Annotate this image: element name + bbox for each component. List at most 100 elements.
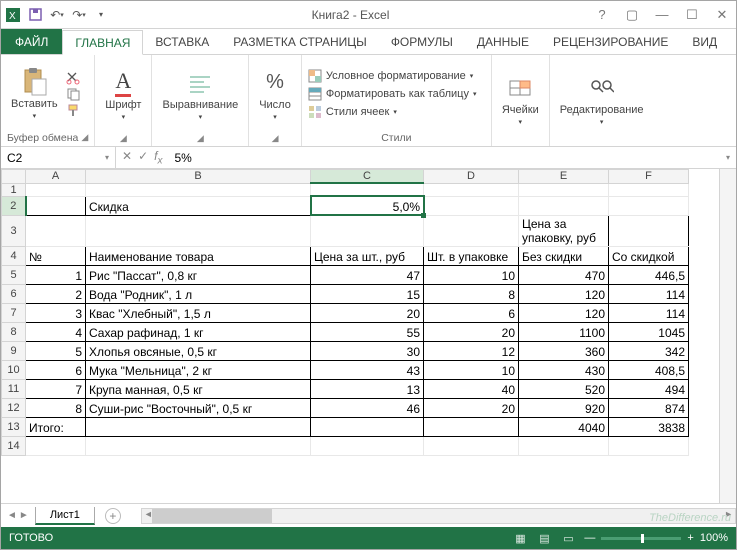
row-header[interactable]: 12 bbox=[2, 398, 26, 417]
qat-customize-icon[interactable]: ▾ bbox=[93, 7, 109, 23]
ribbon-options-icon[interactable]: ▢ bbox=[622, 7, 642, 23]
dialog-launcher-icon[interactable]: ◢ bbox=[197, 133, 204, 144]
cell[interactable]: Мука "Мельница", 2 кг bbox=[86, 360, 311, 379]
cell[interactable]: 114 bbox=[609, 284, 689, 303]
format-as-table-button[interactable]: Форматировать как таблицу ▾ bbox=[308, 87, 477, 101]
column-header[interactable]: E bbox=[519, 170, 609, 184]
column-header[interactable]: D bbox=[424, 170, 519, 184]
expand-formula-icon[interactable]: ▾ bbox=[720, 153, 736, 162]
cell[interactable]: № bbox=[26, 246, 86, 265]
name-box[interactable]: C2▾ bbox=[1, 147, 116, 168]
row-header[interactable]: 8 bbox=[2, 322, 26, 341]
row-header[interactable]: 5 bbox=[2, 265, 26, 284]
cell[interactable]: 13 bbox=[311, 379, 424, 398]
cell[interactable]: 46 bbox=[311, 398, 424, 417]
cell[interactable]: Без скидки bbox=[519, 246, 609, 265]
cell[interactable]: Рис "Пассат", 0,8 кг bbox=[86, 265, 311, 284]
cell[interactable]: 494 bbox=[609, 379, 689, 398]
cell[interactable]: 8 bbox=[424, 284, 519, 303]
cut-icon[interactable] bbox=[66, 71, 80, 85]
cell[interactable]: 4 bbox=[26, 322, 86, 341]
undo-icon[interactable]: ↶▾ bbox=[49, 7, 65, 23]
page-break-view-icon[interactable]: ▭ bbox=[558, 532, 578, 545]
tab-insert[interactable]: ВСТАВКА bbox=[143, 29, 221, 54]
cell[interactable]: 1100 bbox=[519, 322, 609, 341]
cell[interactable]: 47 bbox=[311, 265, 424, 284]
cell[interactable]: 1045 bbox=[609, 322, 689, 341]
spreadsheet-grid[interactable]: A B C D E F 1 2Скидка5,0% 3Цена за упако… bbox=[1, 169, 719, 503]
select-all-button[interactable] bbox=[2, 170, 26, 184]
cell[interactable]: 120 bbox=[519, 303, 609, 322]
sheet-tab[interactable]: Лист1 bbox=[35, 507, 95, 525]
cell[interactable]: 446,5 bbox=[609, 265, 689, 284]
zoom-in-icon[interactable]: + bbox=[687, 532, 693, 544]
cell[interactable]: 15 bbox=[311, 284, 424, 303]
row-header[interactable]: 4 bbox=[2, 246, 26, 265]
number-button[interactable]: % Число ▾ bbox=[255, 67, 295, 123]
alignment-button[interactable]: Выравнивание ▾ bbox=[158, 67, 242, 123]
cell[interactable]: 920 bbox=[519, 398, 609, 417]
close-icon[interactable]: ✕ bbox=[712, 7, 732, 23]
cell[interactable]: Сахар рафинад, 1 кг bbox=[86, 322, 311, 341]
normal-view-icon[interactable]: ▦ bbox=[510, 532, 530, 545]
cell[interactable]: 20 bbox=[311, 303, 424, 322]
cell[interactable]: 5 bbox=[26, 341, 86, 360]
cell[interactable]: 2 bbox=[26, 284, 86, 303]
page-layout-view-icon[interactable]: ▤ bbox=[534, 532, 554, 545]
font-button[interactable]: A Шрифт ▾ bbox=[101, 67, 145, 123]
cell[interactable]: 30 bbox=[311, 341, 424, 360]
fx-icon[interactable]: fx bbox=[154, 149, 162, 166]
cell[interactable]: 3838 bbox=[609, 417, 689, 436]
help-icon[interactable]: ? bbox=[592, 7, 612, 23]
cell-active[interactable]: 5,0% bbox=[311, 196, 424, 215]
cell[interactable]: Крупа манная, 0,5 кг bbox=[86, 379, 311, 398]
cell-styles-button[interactable]: Стили ячеек ▾ bbox=[308, 105, 477, 119]
tab-file[interactable]: ФАЙЛ bbox=[1, 29, 62, 54]
formula-input[interactable]: 5% bbox=[168, 151, 720, 165]
cell[interactable]: 342 bbox=[609, 341, 689, 360]
horizontal-scrollbar[interactable]: ◄► bbox=[141, 508, 736, 524]
row-header[interactable]: 7 bbox=[2, 303, 26, 322]
row-header[interactable]: 13 bbox=[2, 417, 26, 436]
column-header[interactable]: A bbox=[26, 170, 86, 184]
row-header[interactable]: 14 bbox=[2, 436, 26, 455]
cell[interactable]: 40 bbox=[424, 379, 519, 398]
row-header[interactable]: 2 bbox=[2, 196, 26, 215]
tab-view[interactable]: ВИД bbox=[680, 29, 729, 54]
add-sheet-button[interactable]: + bbox=[105, 508, 121, 524]
row-header[interactable]: 10 bbox=[2, 360, 26, 379]
cell[interactable]: Итого: bbox=[26, 417, 86, 436]
cell[interactable]: 6 bbox=[424, 303, 519, 322]
save-icon[interactable] bbox=[27, 7, 43, 23]
zoom-level[interactable]: 100% bbox=[700, 532, 728, 544]
cell[interactable]: Со скидкой bbox=[609, 246, 689, 265]
cells-button[interactable]: Ячейки ▾ bbox=[498, 72, 543, 128]
cell[interactable]: Скидка bbox=[86, 196, 311, 215]
cell[interactable]: Цена за шт., руб bbox=[311, 246, 424, 265]
cell[interactable]: Квас "Хлебный", 1,5 л bbox=[86, 303, 311, 322]
tab-review[interactable]: РЕЦЕНЗИРОВАНИЕ bbox=[541, 29, 680, 54]
cell[interactable]: Хлопья овсяные, 0,5 кг bbox=[86, 341, 311, 360]
cell[interactable]: 520 bbox=[519, 379, 609, 398]
format-painter-icon[interactable] bbox=[66, 103, 80, 117]
cell[interactable]: Шт. в упаковке bbox=[424, 246, 519, 265]
conditional-formatting-button[interactable]: Условное форматирование ▾ bbox=[308, 69, 477, 83]
cell[interactable]: 10 bbox=[424, 360, 519, 379]
row-header[interactable]: 9 bbox=[2, 341, 26, 360]
sheet-nav-first-icon[interactable]: ◄ bbox=[7, 510, 17, 521]
column-header[interactable]: F bbox=[609, 170, 689, 184]
redo-icon[interactable]: ↷▾ bbox=[71, 7, 87, 23]
row-header[interactable]: 11 bbox=[2, 379, 26, 398]
zoom-slider[interactable] bbox=[601, 537, 681, 540]
tab-home[interactable]: ГЛАВНАЯ bbox=[62, 30, 143, 55]
cell[interactable]: 114 bbox=[609, 303, 689, 322]
tab-data[interactable]: ДАННЫЕ bbox=[465, 29, 541, 54]
row-header[interactable]: 3 bbox=[2, 215, 26, 246]
row-header[interactable]: 6 bbox=[2, 284, 26, 303]
minimize-icon[interactable]: — bbox=[652, 7, 672, 23]
cell[interactable]: 8 bbox=[26, 398, 86, 417]
cell[interactable]: 10 bbox=[424, 265, 519, 284]
cell[interactable]: 4040 bbox=[519, 417, 609, 436]
column-header[interactable]: C bbox=[311, 170, 424, 184]
cell[interactable]: 7 bbox=[26, 379, 86, 398]
